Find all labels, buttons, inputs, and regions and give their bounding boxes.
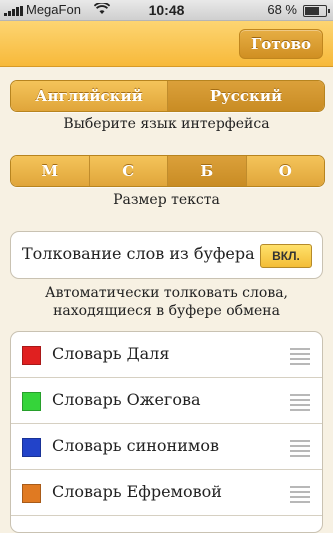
reorder-handle-icon[interactable]	[290, 440, 310, 460]
color-swatch-icon	[22, 392, 41, 411]
battery-icon	[303, 5, 330, 17]
buffer-caption-line1: Автоматически толковать слова,	[44, 285, 289, 301]
language-segmented-control: Английский Русский	[10, 80, 325, 112]
segment-russian[interactable]: Русский	[167, 81, 324, 111]
dictionary-name: Словарь Даля	[52, 344, 170, 363]
color-swatch-icon	[22, 484, 41, 503]
segment-english[interactable]: Английский	[11, 81, 167, 111]
buffer-setting-label: Толкование слов из буфера	[22, 244, 255, 263]
dictionary-name: Словарь Ожегова	[52, 390, 201, 409]
buffer-caption: Автоматически толковать слова, находящие…	[0, 284, 333, 320]
buffer-toggle-button[interactable]: ВКЛ.	[260, 244, 312, 268]
status-bar: MegaFon 10:48 68 %	[0, 0, 333, 21]
color-swatch-icon	[22, 346, 41, 365]
dictionary-row-efremova[interactable]: Словарь Ефремовой	[11, 470, 322, 516]
navigation-bar: Готово	[0, 21, 333, 67]
reorder-handle-icon[interactable]	[290, 394, 310, 414]
done-button[interactable]: Готово	[239, 29, 323, 59]
dictionary-row-ozhegov[interactable]: Словарь Ожегова	[11, 378, 322, 424]
reorder-handle-icon[interactable]	[290, 348, 310, 368]
buffer-caption-line2: находящиеся в буфере обмена	[53, 303, 280, 319]
dictionary-name: Словарь Ефремовой	[52, 482, 222, 501]
language-caption: Выберите язык интерфейса	[63, 116, 270, 132]
segment-size-m[interactable]: М	[11, 156, 89, 186]
dictionary-list: Словарь Даля Словарь Ожегова Словарь син…	[10, 331, 323, 533]
segment-size-b[interactable]: Б	[167, 156, 246, 186]
reorder-handle-icon[interactable]	[290, 486, 310, 506]
segment-size-s[interactable]: С	[88, 156, 167, 186]
segment-size-o[interactable]: О	[245, 156, 324, 186]
buffer-setting-cell: Толкование слов из буфера ВКЛ.	[10, 231, 323, 279]
dictionary-name: Словарь синонимов	[52, 436, 219, 455]
text-size-segmented-control: М С Б О	[10, 155, 325, 187]
dictionary-row-dal[interactable]: Словарь Даля	[11, 332, 322, 378]
text-size-caption: Размер текста	[113, 192, 220, 208]
battery-percent: 68 %	[267, 2, 297, 17]
color-swatch-icon	[22, 438, 41, 457]
dictionary-row-synonyms[interactable]: Словарь синонимов	[11, 424, 322, 470]
